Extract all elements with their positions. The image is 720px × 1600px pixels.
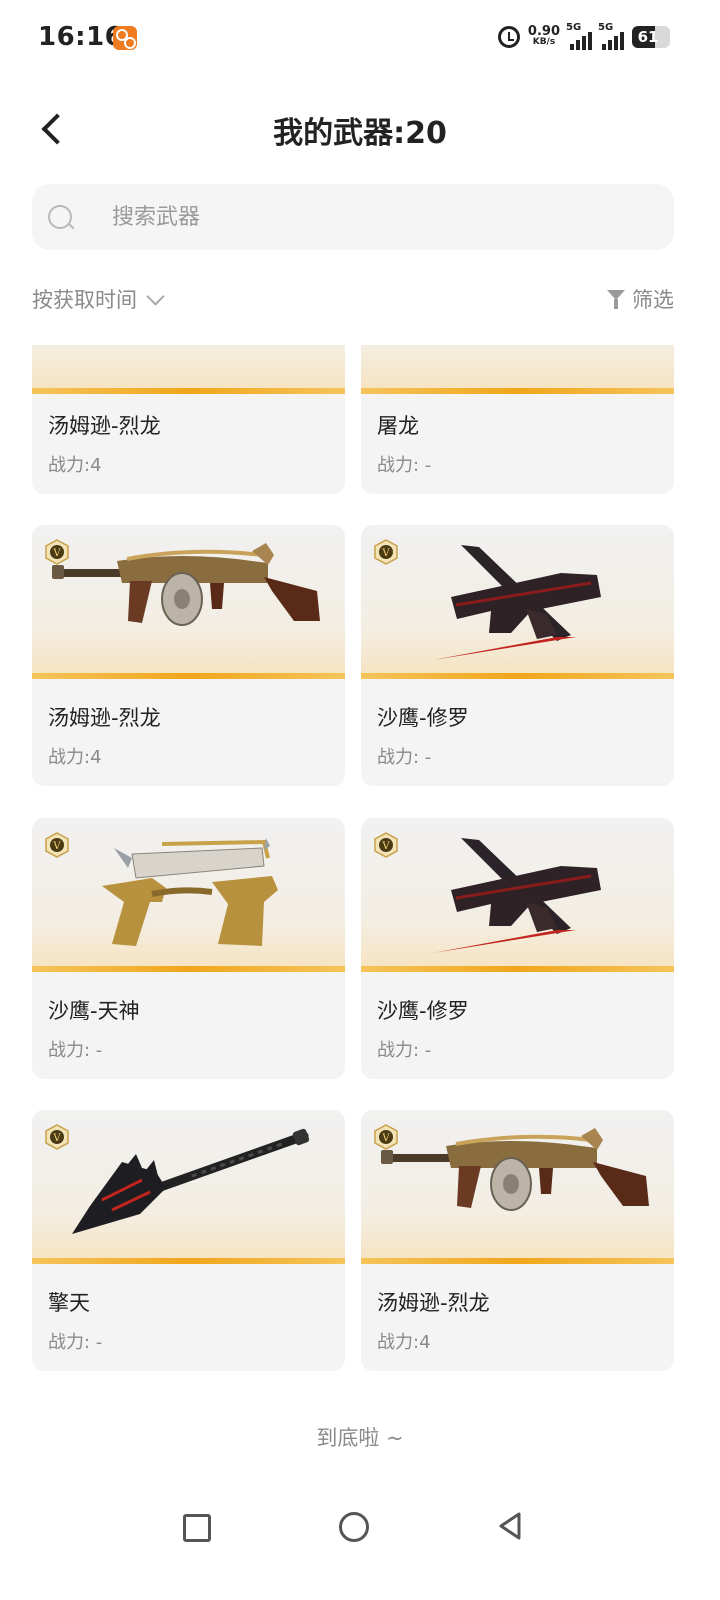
alarm-icon [497, 26, 520, 48]
end-of-list-text: 到底啦 ~ [316, 1426, 404, 1450]
weapon-card[interactable]: V 沙鹰-修罗 战力: - [361, 525, 674, 786]
desert-eagle-asura-icon [433, 838, 601, 953]
search-input[interactable] [112, 184, 652, 250]
signal-icon-sim2: 5G [598, 22, 624, 50]
status-bar: 16:16 0.90 KB/s 5G 5G 61 [0, 0, 720, 76]
weapon-card[interactable]: 汤姆逊-烈龙 战力:4 [32, 345, 345, 494]
app-notification-icon [113, 26, 137, 50]
weapon-power: 战力: - [48, 1332, 103, 1353]
weapon-power: 战力:4 [48, 455, 102, 476]
weapon-name: 沙鹰-天神 [48, 999, 140, 1023]
system-nav-bar [0, 1480, 720, 1600]
weapon-card[interactable]: 屠龙 战力: - [361, 345, 674, 494]
weapon-name: 汤姆逊-烈龙 [48, 706, 161, 730]
weapon-power: 战力:4 [377, 1332, 431, 1353]
sort-dropdown[interactable]: 按获取时间 [32, 284, 165, 314]
back-nav-button[interactable] [497, 1511, 523, 1541]
chevron-down-icon [146, 286, 165, 306]
weapon-power: 战力: - [377, 455, 432, 476]
weapon-image: V [32, 1110, 345, 1264]
weapon-name: 屠龙 [377, 414, 419, 438]
desert-eagle-asura-icon [433, 545, 601, 660]
weapon-name: 汤姆逊-烈龙 [377, 1291, 490, 1315]
weapon-card[interactable]: V 沙鹰-修罗 战力: - [361, 818, 674, 1079]
weapon-power: 战力:4 [48, 747, 102, 768]
weapon-image: V [361, 818, 674, 972]
weapon-name: 沙鹰-修罗 [377, 706, 469, 730]
desert-eagle-deity-icon [102, 838, 278, 946]
filter-icon [607, 288, 627, 310]
signal-icon-sim1: 5G [566, 22, 592, 50]
shovel-icon [72, 1128, 310, 1234]
weapon-card[interactable]: V 汤姆逊-烈龙 战力:4 [361, 1110, 674, 1371]
home-button[interactable] [339, 1512, 369, 1542]
filter-label: 筛选 [632, 288, 674, 312]
weapon-image: V [361, 525, 674, 679]
weapon-power: 战力: - [377, 747, 432, 768]
weapon-image: V [32, 818, 345, 972]
weapon-image: V [32, 525, 345, 679]
search-icon [48, 205, 72, 229]
thompson-rifle-icon [52, 543, 320, 626]
weapon-power: 战力: - [48, 1040, 103, 1061]
weapon-name: 擎天 [48, 1291, 90, 1315]
weapon-card[interactable]: V 擎天 战力: - [32, 1110, 345, 1371]
weapon-card[interactable]: V 沙鹰-天神 战力: - [32, 818, 345, 1079]
weapon-card[interactable]: V 汤姆逊-烈龙 战力:4 [32, 525, 345, 786]
weapon-name: 沙鹰-修罗 [377, 999, 469, 1023]
status-time: 16:16 [38, 22, 124, 52]
weapon-image [32, 345, 345, 394]
status-indicators: 0.90 KB/s 5G 5G 61 [497, 22, 670, 52]
recent-apps-button[interactable] [183, 1514, 211, 1542]
search-bar[interactable] [32, 184, 674, 250]
weapon-grid[interactable]: 汤姆逊-烈龙 战力:4 屠龙 战力: - V 汤姆逊-烈龙 战力:4 V 沙鹰-… [0, 345, 720, 1380]
weapon-image [361, 345, 674, 394]
network-speed: 0.90 KB/s [527, 24, 560, 47]
thompson-rifle-icon [381, 1128, 649, 1211]
weapon-power: 战力: - [377, 1040, 432, 1061]
battery-icon: 61 [632, 26, 670, 48]
weapon-image: V [361, 1110, 674, 1264]
filter-button[interactable]: 筛选 [607, 284, 674, 314]
weapon-name: 汤姆逊-烈龙 [48, 414, 161, 438]
sort-label: 按获取时间 [32, 288, 137, 312]
page-title: 我的武器:20 [273, 116, 447, 151]
